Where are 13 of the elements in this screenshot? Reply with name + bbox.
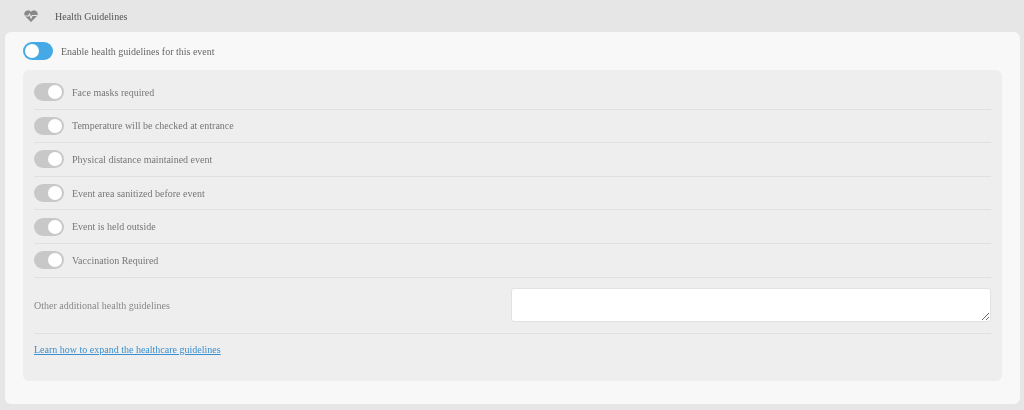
toggle-label: Face masks required: [72, 85, 155, 100]
help-link[interactable]: Learn how to expand the healthcare guidelines: [34, 341, 221, 357]
section-title: Health Guidelines: [55, 9, 128, 24]
toggle-label: Vaccination Required: [72, 253, 159, 268]
toggle-label: Temperature will be checked at entrance: [72, 119, 234, 134]
toggle-label: Enable health guidelines for this event: [61, 44, 215, 59]
heart-pulse-icon: [24, 10, 38, 22]
toggle-label: Event area sanitized before event: [72, 186, 205, 201]
toggle-label: Physical distance maintained event: [72, 153, 213, 167]
field-label: Other additional health guidelines: [34, 298, 170, 313]
toggle-switch[interactable]: [23, 42, 53, 60]
guidelines-textarea[interactable]: [511, 288, 991, 323]
toggle-label: Event is held outside: [72, 220, 156, 235]
